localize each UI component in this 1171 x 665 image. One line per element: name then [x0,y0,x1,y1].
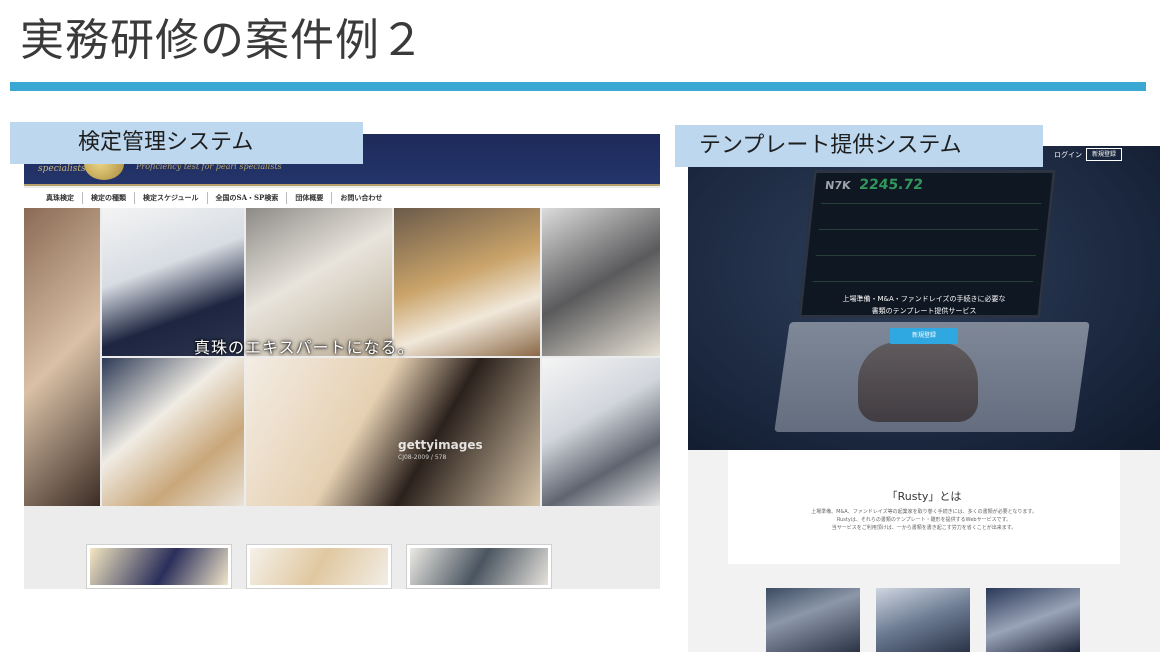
panel-label-template-system: テンプレート提供システム [675,125,1043,167]
hero-photo [24,208,100,506]
hero-photo [542,208,660,356]
hero-text-line2: 書類のテンプレート提供サービス [871,307,977,315]
feature-image[interactable] [986,588,1080,652]
login-link[interactable]: ログイン [1054,150,1082,160]
hero-signup-button[interactable]: 新規登録 [890,328,958,344]
header-signup-button[interactable]: 新規登録 [1086,148,1122,161]
site-menu: 真珠検定 検定の種類 検定スケジュール 全国のSA・SP検索 団体概要 お問い合… [24,188,660,208]
thumbnail-row [86,544,566,589]
menu-item-search[interactable]: 全国のSA・SP検索 [206,192,287,204]
feature-image[interactable] [876,588,970,652]
hero-photo [246,358,540,506]
feature-image[interactable] [766,588,860,652]
pearl-exam-site-screenshot: specialists Proficiency test for pearl s… [24,134,660,589]
menu-item-schedule[interactable]: 検定スケジュール [134,192,207,204]
slide-title: 実務研修の案件例２ [20,15,425,66]
about-text-line: 上場準備、M&A、ファンドレイズ等の起業家を取り巻く手続きには、多くの書類が必要… [811,509,1037,515]
hero-photo-collage: 真珠のエキスパートになる。 gettyimages CJ08-2009 / 57… [24,208,660,506]
template-site-screenshot: N7K 2245.72 ログイン 新規登録 上場準備・M&A・ファンドレイズの手… [688,146,1160,652]
feature-image-row [766,588,1082,652]
hero-photo [102,358,244,506]
panel-label-exam-system: 検定管理システム [10,122,363,164]
thumbnail-card[interactable] [246,544,392,589]
watermark-subtext: CJ08-2009 / 578 [398,454,447,461]
about-title: 「Rusty」とは [886,490,962,503]
hero-background: N7K 2245.72 ログイン 新規登録 上場準備・M&A・ファンドレイズの手… [688,146,1160,450]
thumbnail-card[interactable] [86,544,232,589]
menu-item-about[interactable]: 団体概要 [286,192,331,204]
menu-item-exam-types[interactable]: 検定の種類 [82,192,134,204]
hero-text-line1: 上場準備・M&A・ファンドレイズの手続きに必要な [842,295,1006,303]
menu-item-contact[interactable]: お問い合わせ [331,192,390,204]
about-text-line: Rustyは、それらの書類のテンプレート・雛形を提供するWebサービスです。 [836,517,1012,523]
about-text-line: 当サービスをご利用頂けば、一から書類を書き起こす労力を省くことが出来ます。 [831,525,1017,531]
thumbnail-card[interactable] [406,544,552,589]
menu-item-pearl-exam[interactable]: 真珠検定 [38,192,82,204]
hero-photo [542,358,660,506]
about-section: 「Rusty」とは 上場準備、M&A、ファンドレイズ等の起業家を取り巻く手続きに… [728,450,1120,564]
title-underline [10,82,1146,91]
logo-script-text: specialists [38,164,86,174]
hero-caption: 真珠のエキスパートになる。 [194,338,415,357]
about-text: 上場準備、M&A、ファンドレイズ等の起業家を取り巻く手続きには、多くの書類が必要… [728,508,1120,532]
hero-photo [394,208,540,356]
watermark-text: gettyimages [398,438,483,452]
